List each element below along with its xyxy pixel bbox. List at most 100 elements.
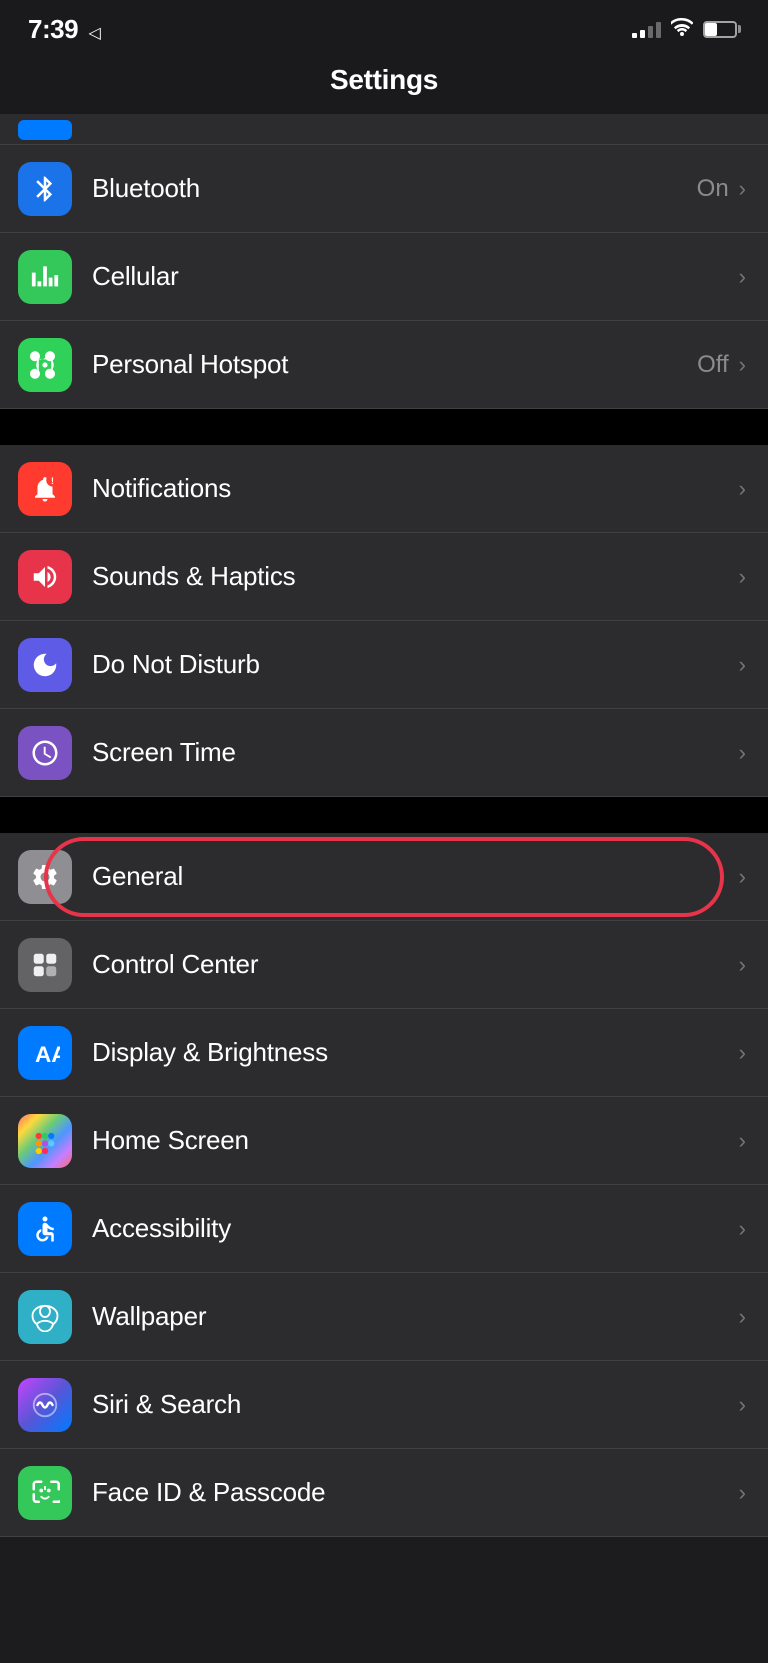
screen-time-icon (30, 738, 60, 768)
svg-text:!: ! (51, 476, 54, 486)
status-time: 7:39 (28, 14, 78, 44)
sidebar-item-personal-hotspot[interactable]: Personal Hotspot Off › (0, 321, 768, 409)
sounds-icon (30, 562, 60, 592)
dnd-icon-bg (18, 638, 72, 692)
general-label: General (92, 861, 183, 892)
face-id-chevron: › (739, 1480, 746, 1506)
display-right: › (739, 1040, 746, 1066)
screen-time-chevron: › (739, 740, 746, 766)
bluetooth-icon (30, 174, 60, 204)
notifications-icon: ! (30, 474, 60, 504)
dnd-content: Do Not Disturb › (92, 649, 746, 680)
signal-bars (632, 20, 661, 38)
display-content: Display & Brightness › (92, 1037, 746, 1068)
partial-icon (18, 120, 72, 140)
sidebar-item-screen-time[interactable]: Screen Time › (0, 709, 768, 797)
partial-top-item[interactable] (0, 115, 768, 145)
wallpaper-icon-bg (18, 1290, 72, 1344)
section-separator-1 (0, 409, 768, 445)
face-id-label: Face ID & Passcode (92, 1477, 325, 1508)
sidebar-item-accessibility[interactable]: Accessibility › (0, 1185, 768, 1273)
siri-label: Siri & Search (92, 1389, 241, 1420)
wifi-icon (671, 18, 693, 41)
general-gear-icon (30, 862, 60, 892)
siri-icon-bg (18, 1378, 72, 1432)
sidebar-item-general[interactable]: General › (0, 833, 768, 921)
control-center-content: Control Center › (92, 949, 746, 980)
sounds-right: › (739, 564, 746, 590)
screen-time-icon-bg (18, 726, 72, 780)
bluetooth-value: On (697, 175, 729, 203)
section-separator-2 (0, 797, 768, 833)
home-screen-right: › (739, 1128, 746, 1154)
signal-bar-4 (656, 22, 661, 38)
signal-bar-1 (632, 33, 637, 38)
notifications-label: Notifications (92, 473, 231, 504)
sidebar-item-display-brightness[interactable]: AA Display & Brightness › (0, 1009, 768, 1097)
settings-group-system: ! Notifications › Sounds & Haptics › (0, 445, 768, 797)
cellular-right: › (739, 264, 746, 290)
settings-group-display: General › Control Center › (0, 833, 768, 1537)
siri-right: › (739, 1392, 746, 1418)
dnd-label: Do Not Disturb (92, 649, 260, 680)
wallpaper-right: › (739, 1304, 746, 1330)
face-id-icon (30, 1478, 60, 1508)
location-icon: ◁ (89, 25, 101, 42)
bluetooth-right: On › (697, 175, 746, 203)
dnd-right: › (739, 652, 746, 678)
nav-header: Settings (0, 54, 768, 115)
notifications-content: Notifications › (92, 473, 746, 504)
display-label: Display & Brightness (92, 1037, 328, 1068)
face-id-icon-bg (18, 1466, 72, 1520)
accessibility-right: › (739, 1216, 746, 1242)
general-content: General › (92, 861, 746, 892)
notifications-chevron: › (739, 476, 746, 502)
home-screen-label: Home Screen (92, 1125, 249, 1156)
control-center-icon (30, 950, 60, 980)
sounds-icon-bg (18, 550, 72, 604)
control-center-label: Control Center (92, 949, 258, 980)
cellular-icon-bg (18, 250, 72, 304)
sidebar-item-siri-search[interactable]: Siri & Search › (0, 1361, 768, 1449)
accessibility-content: Accessibility › (92, 1213, 746, 1244)
sidebar-item-wallpaper[interactable]: Wallpaper › (0, 1273, 768, 1361)
home-screen-content: Home Screen › (92, 1125, 746, 1156)
control-center-icon-bg (18, 938, 72, 992)
dnd-chevron: › (739, 652, 746, 678)
siri-chevron: › (739, 1392, 746, 1418)
sidebar-item-cellular[interactable]: Cellular › (0, 233, 768, 321)
sounds-chevron: › (739, 564, 746, 590)
sidebar-item-home-screen[interactable]: Home Screen › (0, 1097, 768, 1185)
page-title: Settings (330, 64, 438, 95)
screen-time-right: › (739, 740, 746, 766)
sidebar-item-sounds-haptics[interactable]: Sounds & Haptics › (0, 533, 768, 621)
bluetooth-label: Bluetooth (92, 173, 200, 204)
sounds-label: Sounds & Haptics (92, 561, 295, 592)
wallpaper-icon (30, 1302, 60, 1332)
wallpaper-chevron: › (739, 1304, 746, 1330)
sidebar-item-notifications[interactable]: ! Notifications › (0, 445, 768, 533)
sidebar-item-do-not-disturb[interactable]: Do Not Disturb › (0, 621, 768, 709)
bluetooth-chevron: › (739, 176, 746, 202)
status-time-area: 7:39 ◁ (28, 14, 101, 45)
screen-time-label: Screen Time (92, 737, 236, 768)
wallpaper-label: Wallpaper (92, 1301, 206, 1332)
display-icon-bg: AA (18, 1026, 72, 1080)
status-icons (632, 18, 740, 41)
cellular-chevron: › (739, 264, 746, 290)
sidebar-item-bluetooth[interactable]: Bluetooth On › (0, 145, 768, 233)
sidebar-item-control-center[interactable]: Control Center › (0, 921, 768, 1009)
sidebar-item-face-id[interactable]: Face ID & Passcode › (0, 1449, 768, 1537)
status-bar: 7:39 ◁ (0, 0, 768, 54)
control-center-right: › (739, 952, 746, 978)
home-screen-chevron: › (739, 1128, 746, 1154)
home-screen-icon (30, 1126, 60, 1156)
siri-content: Siri & Search › (92, 1389, 746, 1420)
hotspot-right: Off › (697, 351, 746, 379)
battery (703, 21, 740, 38)
display-chevron: › (739, 1040, 746, 1066)
cellular-icon (30, 262, 60, 292)
general-right: › (739, 864, 746, 890)
hotspot-icon-bg (18, 338, 72, 392)
accessibility-label: Accessibility (92, 1213, 231, 1244)
